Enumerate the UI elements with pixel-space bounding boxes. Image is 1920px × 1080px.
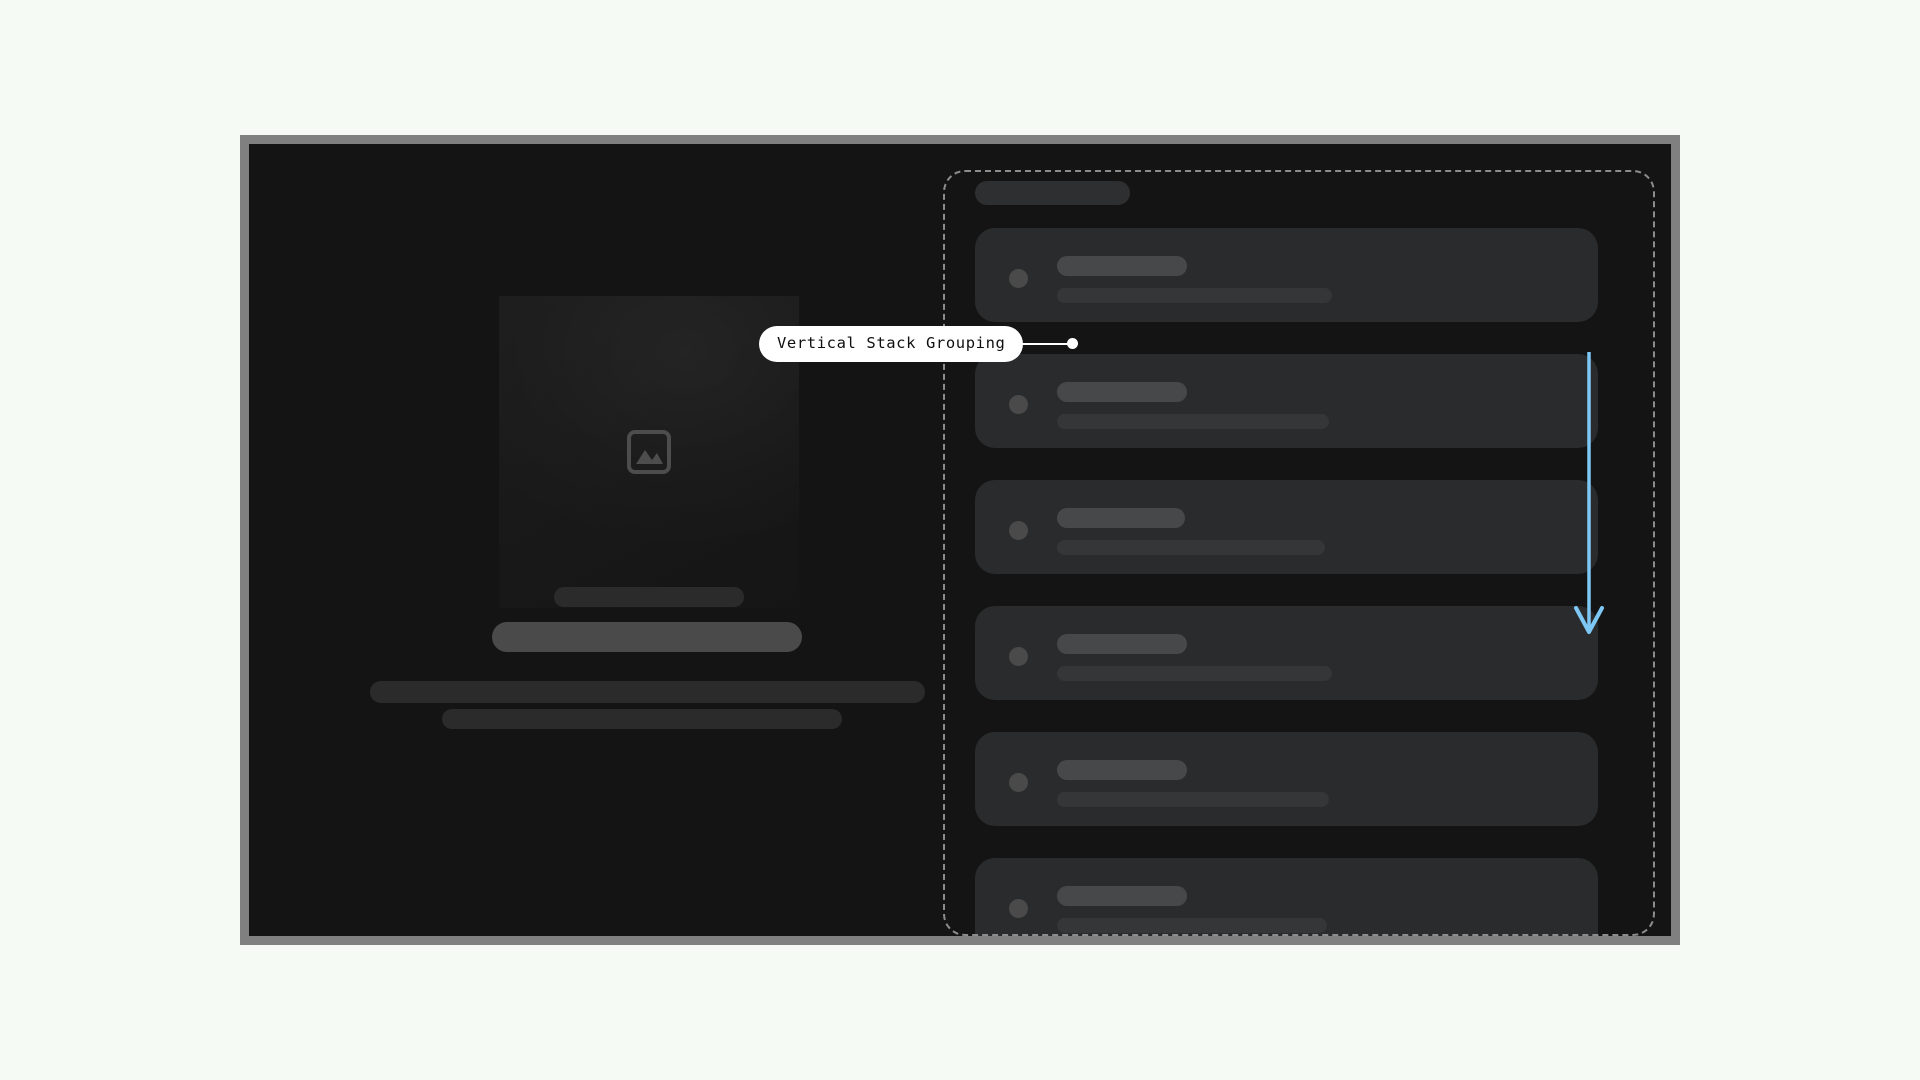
list-item[interactable]	[975, 354, 1598, 448]
detail-skeleton-line-3	[370, 681, 925, 703]
list-item-subtitle-placeholder	[1057, 918, 1327, 933]
avatar	[1009, 521, 1028, 540]
list-item-subtitle-placeholder	[1057, 540, 1325, 555]
device-frame: Vertical Stack Grouping	[240, 135, 1680, 945]
screen-viewport: Vertical Stack Grouping	[249, 144, 1671, 936]
image-placeholder-icon	[626, 429, 672, 475]
left-detail-pane	[249, 144, 943, 936]
list-item-title-placeholder	[1057, 256, 1187, 276]
callout-leader-line	[1023, 342, 1070, 345]
media-placeholder[interactable]	[499, 296, 799, 608]
detail-skeleton-line-1	[554, 587, 744, 607]
list-item-subtitle-placeholder	[1057, 666, 1332, 681]
avatar	[1009, 395, 1028, 414]
list-item[interactable]	[975, 606, 1598, 700]
callout-label: Vertical Stack Grouping	[759, 326, 1024, 362]
list-item-title-placeholder	[1057, 634, 1187, 654]
list-item-subtitle-placeholder	[1057, 414, 1329, 429]
list-item[interactable]	[975, 228, 1598, 322]
avatar	[1009, 269, 1028, 288]
list-item[interactable]	[975, 858, 1598, 936]
list-item-title-placeholder	[1057, 382, 1187, 402]
detail-skeleton-line-4	[442, 709, 842, 729]
list-item-title-placeholder	[1057, 508, 1185, 528]
list-item[interactable]	[975, 480, 1598, 574]
list-item[interactable]	[975, 732, 1598, 826]
avatar	[1009, 647, 1028, 666]
list-item-subtitle-placeholder	[1057, 288, 1332, 303]
avatar	[1009, 899, 1028, 918]
list-item-title-placeholder	[1057, 760, 1187, 780]
list-header-bar	[975, 181, 1130, 205]
callout-annotation: Vertical Stack Grouping	[759, 326, 1079, 362]
page-canvas: Vertical Stack Grouping	[0, 0, 1920, 1080]
list-item-title-placeholder	[1057, 886, 1187, 906]
list-item-subtitle-placeholder	[1057, 792, 1329, 807]
callout-anchor-dot	[1067, 338, 1079, 350]
right-list-pane	[943, 144, 1671, 936]
avatar	[1009, 773, 1028, 792]
detail-skeleton-line-2	[492, 622, 802, 652]
